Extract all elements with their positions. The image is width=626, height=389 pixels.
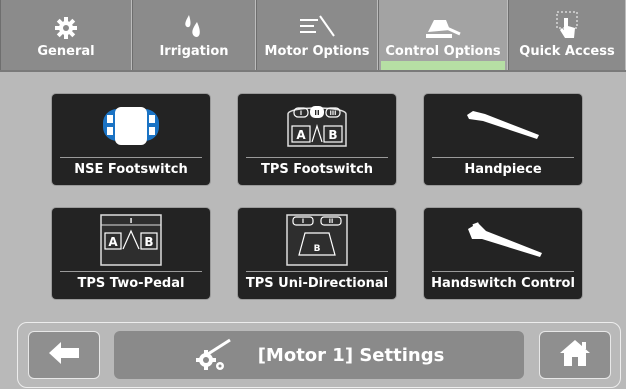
motor-settings-button[interactable]: [Motor 1] Settings xyxy=(114,331,524,379)
water-drops-icon xyxy=(183,6,205,40)
tps-two-pedal-icon: I A B xyxy=(52,208,210,270)
handpiece-icon xyxy=(424,94,582,156)
switch-mark-one: I xyxy=(130,217,133,225)
switch-mark-one: I xyxy=(302,218,304,225)
handswitch-control-tile[interactable]: Handswitch Control xyxy=(424,208,582,299)
tile-label: NSE Footswitch xyxy=(74,162,188,177)
tab-quick-access[interactable]: Quick Access xyxy=(508,0,626,70)
arrow-left-icon xyxy=(47,340,81,370)
pedal-b-label: B xyxy=(144,235,153,249)
motor-gear-icon xyxy=(194,338,234,372)
tile-divider xyxy=(60,271,202,272)
bottom-bar: [Motor 1] Settings xyxy=(17,322,621,388)
handswitch-control-icon xyxy=(424,208,582,270)
tile-divider xyxy=(432,271,574,272)
button-mark-one: I xyxy=(300,110,302,117)
tile-divider xyxy=(246,271,388,272)
tab-bar: General Irrigation Motor Options Control… xyxy=(0,0,626,72)
tab-label: Quick Access xyxy=(519,44,615,59)
tile-label: TPS Two-Pedal xyxy=(77,276,185,291)
button-mark-two: II xyxy=(314,109,319,117)
home-icon xyxy=(558,338,592,372)
pedal-b-label: B xyxy=(314,244,321,254)
motor-options-icon xyxy=(298,6,336,40)
tab-label: Irrigation xyxy=(159,44,229,59)
tab-label: Motor Options xyxy=(264,44,370,59)
tps-uni-directional-icon: I II B xyxy=(238,208,396,270)
tps-uni-directional-tile[interactable]: I II B TPS Uni-Directional xyxy=(238,208,396,299)
tab-label: General xyxy=(37,44,95,59)
switch-mark-two: II xyxy=(329,218,333,225)
tps-footswitch-icon: A B I II III xyxy=(238,94,396,156)
button-mark-three: III xyxy=(330,110,337,117)
tab-label: Control Options xyxy=(385,44,501,59)
tab-general[interactable]: General xyxy=(0,0,132,70)
pedal-a-label: A xyxy=(108,235,118,249)
control-options-icon xyxy=(424,6,462,40)
touch-hand-icon xyxy=(555,6,579,40)
tps-two-pedal-tile[interactable]: I A B TPS Two-Pedal xyxy=(52,208,210,299)
tile-divider xyxy=(432,157,574,158)
nse-footswitch-icon xyxy=(52,94,210,156)
tile-label: TPS Uni-Directional xyxy=(245,276,389,291)
tile-divider xyxy=(246,157,388,158)
settings-label: [Motor 1] Settings xyxy=(257,344,445,366)
tile-divider xyxy=(60,157,202,158)
tile-label: TPS Footswitch xyxy=(260,162,374,177)
home-button[interactable] xyxy=(539,331,611,379)
tab-motor-options[interactable]: Motor Options xyxy=(256,0,378,70)
back-button[interactable] xyxy=(28,331,100,379)
tab-irrigation[interactable]: Irrigation xyxy=(132,0,256,70)
handpiece-tile[interactable]: Handpiece xyxy=(424,94,582,185)
tps-footswitch-tile[interactable]: A B I II III TPS Footswitch xyxy=(238,94,396,185)
nse-footswitch-tile[interactable]: NSE Footswitch xyxy=(52,94,210,185)
pedal-a-label: A xyxy=(296,128,306,142)
tile-label: Handswitch Control xyxy=(431,276,575,291)
pedal-b-label: B xyxy=(328,128,337,142)
gear-icon xyxy=(54,6,78,40)
tab-control-options[interactable]: Control Options xyxy=(378,0,508,70)
tile-label: Handpiece xyxy=(464,162,542,177)
